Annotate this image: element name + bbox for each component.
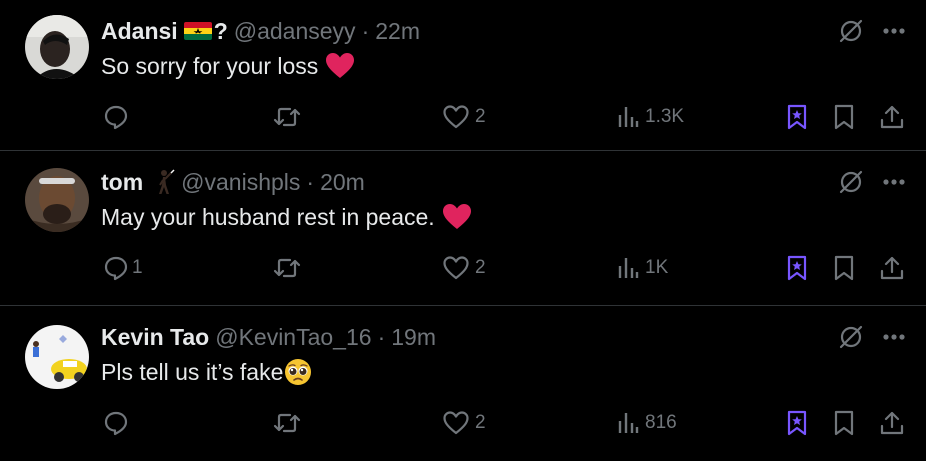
tweet-text-content: May your husband rest in peace. (101, 204, 435, 230)
views-button[interactable]: 1K (617, 253, 668, 283)
reply-icon (104, 411, 128, 436)
tweet-top-controls (838, 324, 906, 350)
name-suffix-text: ? (213, 18, 228, 44)
tweet-text: May your husband rest in peace. (101, 202, 471, 232)
retweet-icon (273, 413, 301, 433)
reply-icon (104, 256, 128, 281)
like-count: 2 (475, 412, 486, 433)
like-icon (443, 105, 469, 129)
like-icon (443, 411, 469, 435)
author-name[interactable]: Adansi (101, 16, 178, 46)
tweet-text-content: Pls tell us it’s fake (101, 359, 284, 385)
reply-button[interactable] (103, 102, 135, 132)
share-button[interactable] (879, 408, 905, 438)
like-count: 2 (475, 257, 486, 278)
views-count: 1.3K (645, 106, 685, 127)
bookmark-folder-icon (787, 255, 807, 281)
tweet-actions: 1 2 1K (101, 253, 908, 283)
bookmark-icon (834, 104, 854, 130)
author-handle[interactable]: @KevinTao_16 (215, 322, 371, 352)
bookmark-folder-button[interactable] (785, 253, 809, 283)
red-heart-emoji (326, 53, 355, 78)
tweet-actions: 2 816 (101, 408, 908, 438)
tweet-top-controls (838, 18, 906, 44)
like-count: 2 (475, 106, 486, 127)
tweet[interactable]: Kevin Tao @KevinTao_16 · 19m Pls tell us… (0, 306, 926, 461)
more-icon[interactable] (882, 178, 906, 186)
ghana-flag-emoji (183, 22, 212, 40)
author-name[interactable]: Kevin Tao (101, 322, 209, 352)
tweet-text: Pls tell us it’s fake (101, 357, 312, 387)
author-handle[interactable]: @adanseyy (234, 16, 356, 46)
tweet-header: Adansi ? @adanseyy · 22m (101, 16, 420, 46)
bookmark-button[interactable] (833, 102, 855, 132)
views-count: 1K (645, 257, 669, 278)
avatar[interactable] (25, 15, 89, 79)
share-button[interactable] (879, 253, 905, 283)
tweet-text: So sorry for your loss (101, 51, 355, 81)
views-count: 816 (645, 412, 677, 433)
reply-button[interactable]: 1 (103, 253, 143, 283)
separator-dot: · (306, 169, 315, 195)
tweet-top-controls (838, 169, 906, 195)
bookmark-folder-button[interactable] (785, 408, 809, 438)
tweet-header: Kevin Tao @KevinTao_16 · 19m (101, 322, 436, 352)
grok-icon[interactable] (838, 169, 864, 195)
grok-icon[interactable] (838, 18, 864, 44)
like-button[interactable]: 2 (443, 102, 486, 132)
more-icon[interactable] (882, 333, 906, 341)
timestamp[interactable]: 19m (391, 322, 436, 352)
more-icon[interactable] (882, 27, 906, 35)
reply-icon (104, 105, 128, 130)
share-icon (880, 105, 904, 129)
bookmark-folder-icon (787, 410, 807, 436)
grok-icon[interactable] (838, 324, 864, 350)
separator-dot: · (377, 324, 386, 350)
red-heart-emoji (442, 204, 471, 229)
retweet-icon (273, 107, 301, 127)
bookmark-folder-icon (787, 104, 807, 130)
share-icon (880, 256, 904, 280)
views-button[interactable]: 816 (617, 408, 677, 438)
views-icon (618, 413, 639, 433)
tweet[interactable]: Adansi ? @adanseyy · 22m So sorry for yo… (0, 0, 926, 150)
separator-dot: · (361, 18, 370, 44)
share-button[interactable] (879, 102, 905, 132)
author-handle[interactable]: @vanishpls (181, 167, 300, 197)
avatar[interactable] (25, 168, 89, 232)
like-icon (443, 256, 469, 280)
pleading-face-emoji (285, 359, 312, 385)
reply-count: 1 (132, 257, 143, 278)
tweet-text-content: So sorry for your loss (101, 53, 319, 79)
tweet-actions: 2 1.3K (101, 102, 908, 132)
timestamp[interactable]: 22m (375, 16, 420, 46)
retweet-button[interactable] (273, 408, 307, 438)
tweet-header: tom @vanishpls · 20m (101, 167, 365, 197)
bookmark-icon (834, 255, 854, 281)
retweet-icon (273, 258, 301, 278)
bookmark-folder-button[interactable] (785, 102, 809, 132)
bookmark-icon (834, 410, 854, 436)
retweet-button[interactable] (273, 253, 307, 283)
like-button[interactable]: 2 (443, 253, 486, 283)
views-button[interactable]: 1.3K (617, 102, 684, 132)
tweet[interactable]: tom @vanishpls · 20m May your husband re… (0, 151, 926, 305)
reply-button[interactable] (103, 408, 135, 438)
avatar[interactable] (25, 325, 89, 389)
bookmark-button[interactable] (833, 253, 855, 283)
like-button[interactable]: 2 (443, 408, 486, 438)
views-icon (618, 107, 639, 127)
person-emoji (159, 169, 175, 194)
share-icon (880, 411, 904, 435)
bookmark-button[interactable] (833, 408, 855, 438)
retweet-button[interactable] (273, 102, 307, 132)
timestamp[interactable]: 20m (320, 167, 365, 197)
views-icon (618, 258, 639, 278)
author-name[interactable]: tom (101, 167, 143, 197)
